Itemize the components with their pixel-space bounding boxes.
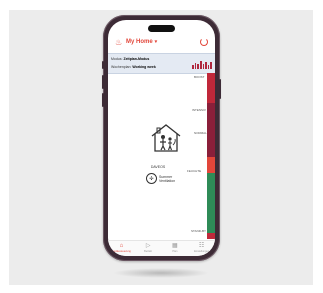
week-label: Wochenplan:: [111, 65, 132, 69]
nav-label: Einstellungen: [194, 250, 210, 253]
phone-screen: ♨ My Home ▾ Modus: Zeitplan-Modus Wochenp…: [108, 20, 215, 256]
scale-tick-feuchte: FEUCHTE: [186, 169, 203, 173]
mode-line-2: Ventilation: [159, 178, 176, 183]
phone-volume-down-button: [102, 93, 104, 107]
home-selector[interactable]: My Home ▾: [126, 38, 157, 47]
nav-label: Plan: [172, 250, 178, 253]
device-name: DAVEOS: [150, 165, 166, 169]
app-header: ♨ My Home ▾: [108, 35, 215, 51]
device-control-area: BOOST INTENSIV NORMAL FEUCHTE STAND-BY D…: [108, 73, 215, 239]
settings-icon: ☷: [198, 243, 205, 249]
phone-mockup: ♨ My Home ▾ Modus: Zeitplan-Modus Wochenp…: [102, 15, 221, 261]
calendar-icon: ▦: [172, 243, 178, 249]
chevron-down-icon: ▾: [154, 39, 158, 45]
bottom-nav: ⌂ Gerätesteuerung ▷ Betrieb ▦ Plan ☷ Ein…: [108, 240, 215, 256]
mode-row: Modus: Zeitplan-Modus: [111, 57, 149, 61]
flame-logo-icon: ♨: [115, 38, 123, 47]
home-icon: ⌂: [119, 243, 124, 249]
nav-item-betrieb[interactable]: ▷ Betrieb: [135, 241, 162, 256]
ventilation-mode[interactable]: ✣ Summer Ventilation: [146, 173, 175, 184]
mode-label: Modus:: [111, 57, 123, 61]
phone-action-button: [102, 61, 104, 69]
schedule-minichart: [192, 60, 212, 69]
mode-text: Summer Ventilation: [159, 175, 175, 183]
scale-tick-intensiv: INTENSIV: [192, 108, 206, 112]
fan-icon: ✣: [146, 173, 157, 184]
nav-label: Betrieb: [144, 250, 153, 253]
nav-item-einstellungen[interactable]: ☷ Einstellungen: [188, 241, 215, 256]
scale-tick-normal: NORMAL: [194, 131, 207, 135]
power-icon[interactable]: [200, 38, 208, 46]
phone-volume-up-button: [102, 75, 104, 89]
scale-tick-standby: STAND-BY: [191, 229, 206, 233]
scale-tick-boost: BOOST: [194, 75, 205, 79]
nav-label: Gerätesteuerung: [111, 250, 131, 253]
house-icon: [151, 124, 181, 152]
dynamic-island: [148, 25, 175, 32]
phone-power-button: [219, 79, 221, 99]
ventilation-level-scale[interactable]: [207, 73, 215, 239]
week-row: Wochenplan: Working week: [111, 65, 156, 69]
play-icon: ▷: [145, 243, 151, 249]
week-value: Working week: [132, 65, 156, 69]
home-title: My Home: [126, 39, 153, 45]
nav-item-plan[interactable]: ▦ Plan: [162, 241, 189, 256]
phone-shadow: [113, 268, 209, 278]
mode-value: Zeitplan-Modus: [123, 57, 150, 61]
nav-item-geraetesteuerung[interactable]: ⌂ Gerätesteuerung: [108, 241, 135, 256]
status-infobar[interactable]: Modus: Zeitplan-Modus Wochenplan: Workin…: [108, 53, 215, 74]
